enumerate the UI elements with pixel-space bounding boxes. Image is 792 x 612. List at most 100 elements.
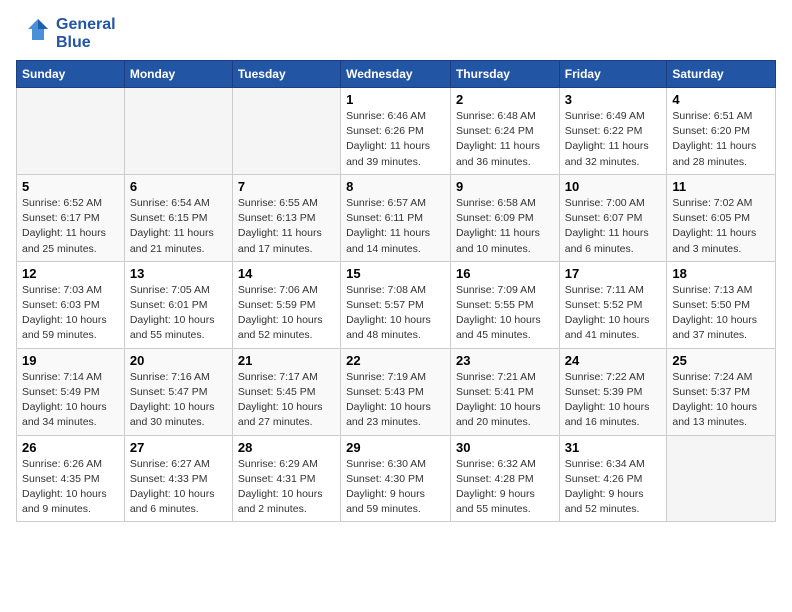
day-number: 18 xyxy=(672,266,770,281)
calendar-cell: 26 Sunrise: 6:26 AM Sunset: 4:35 PM Dayli… xyxy=(17,435,125,522)
day-number: 5 xyxy=(22,179,119,194)
header-tuesday: Tuesday xyxy=(232,61,340,88)
calendar-cell: 23 Sunrise: 7:21 AM Sunset: 5:41 PM Dayli… xyxy=(450,348,559,435)
day-info: Sunrise: 7:16 AM Sunset: 5:47 PM Dayligh… xyxy=(130,370,227,431)
day-number: 16 xyxy=(456,266,554,281)
calendar-cell: 3Sunrise: 6:49 AM Sunset: 6:22 PM Daylig… xyxy=(559,88,667,175)
calendar-cell: 15 Sunrise: 7:08 AM Sunset: 5:57 PM Dayli… xyxy=(341,261,451,348)
day-info: Sunrise: 6:34 AM Sunset: 4:26 PM Dayligh… xyxy=(565,457,662,518)
day-number: 7 xyxy=(238,179,335,194)
calendar-cell: 21 Sunrise: 7:17 AM Sunset: 5:45 PM Dayli… xyxy=(232,348,340,435)
day-info: Sunrise: 6:58 AM Sunset: 6:09 PM Dayligh… xyxy=(456,196,554,257)
day-number: 15 xyxy=(346,266,445,281)
header-saturday: Saturday xyxy=(667,61,776,88)
day-number: 23 xyxy=(456,353,554,368)
calendar-cell: 30 Sunrise: 6:32 AM Sunset: 4:28 PM Dayli… xyxy=(450,435,559,522)
calendar-cell: 28 Sunrise: 6:29 AM Sunset: 4:31 PM Dayli… xyxy=(232,435,340,522)
header-wednesday: Wednesday xyxy=(341,61,451,88)
day-info: Sunrise: 7:02 AM Sunset: 6:05 PM Dayligh… xyxy=(672,196,770,257)
day-info: Sunrise: 7:03 AM Sunset: 6:03 PM Dayligh… xyxy=(22,283,119,344)
logo-text: GeneralBlue xyxy=(56,16,116,51)
header-row: SundayMondayTuesdayWednesdayThursdayFrid… xyxy=(17,61,776,88)
calendar-cell xyxy=(667,435,776,522)
calendar-cell xyxy=(232,88,340,175)
header-monday: Monday xyxy=(124,61,232,88)
calendar-cell: 16 Sunrise: 7:09 AM Sunset: 5:55 PM Dayli… xyxy=(450,261,559,348)
day-info: Sunrise: 7:14 AM Sunset: 5:49 PM Dayligh… xyxy=(22,370,119,431)
day-number: 9 xyxy=(456,179,554,194)
header-thursday: Thursday xyxy=(450,61,559,88)
day-number: 25 xyxy=(672,353,770,368)
calendar-cell: 25 Sunrise: 7:24 AM Sunset: 5:37 PM Dayli… xyxy=(667,348,776,435)
day-info: Sunrise: 6:27 AM Sunset: 4:33 PM Dayligh… xyxy=(130,457,227,518)
calendar-cell: 5 Sunrise: 6:52 AM Sunset: 6:17 PM Daylig… xyxy=(17,174,125,261)
day-number: 30 xyxy=(456,440,554,455)
day-info: Sunrise: 7:17 AM Sunset: 5:45 PM Dayligh… xyxy=(238,370,335,431)
calendar-cell xyxy=(124,88,232,175)
day-number: 24 xyxy=(565,353,662,368)
day-number: 29 xyxy=(346,440,445,455)
day-number: 20 xyxy=(130,353,227,368)
day-number: 2 xyxy=(456,92,554,107)
calendar-cell: 27 Sunrise: 6:27 AM Sunset: 4:33 PM Dayli… xyxy=(124,435,232,522)
calendar-cell: 17Sunrise: 7:11 AM Sunset: 5:52 PM Dayli… xyxy=(559,261,667,348)
day-number: 6 xyxy=(130,179,227,194)
calendar-cell: 13 Sunrise: 7:05 AM Sunset: 6:01 PM Dayli… xyxy=(124,261,232,348)
calendar-table: SundayMondayTuesdayWednesdayThursdayFrid… xyxy=(16,60,776,522)
calendar-cell: 20 Sunrise: 7:16 AM Sunset: 5:47 PM Dayli… xyxy=(124,348,232,435)
logo: GeneralBlue xyxy=(16,16,116,52)
calendar-cell: 6 Sunrise: 6:54 AM Sunset: 6:15 PM Daylig… xyxy=(124,174,232,261)
week-row-1: 1Sunrise: 6:46 AM Sunset: 6:26 PM Daylig… xyxy=(17,88,776,175)
calendar-cell: 31Sunrise: 6:34 AM Sunset: 4:26 PM Dayli… xyxy=(559,435,667,522)
day-info: Sunrise: 6:52 AM Sunset: 6:17 PM Dayligh… xyxy=(22,196,119,257)
calendar-cell: 4 Sunrise: 6:51 AM Sunset: 6:20 PM Daylig… xyxy=(667,88,776,175)
day-info: Sunrise: 6:32 AM Sunset: 4:28 PM Dayligh… xyxy=(456,457,554,518)
day-info: Sunrise: 7:08 AM Sunset: 5:57 PM Dayligh… xyxy=(346,283,445,344)
day-number: 19 xyxy=(22,353,119,368)
day-info: Sunrise: 7:11 AM Sunset: 5:52 PM Dayligh… xyxy=(565,283,662,344)
day-number: 14 xyxy=(238,266,335,281)
day-number: 4 xyxy=(672,92,770,107)
week-row-4: 19 Sunrise: 7:14 AM Sunset: 5:49 PM Dayli… xyxy=(17,348,776,435)
calendar-cell: 24 Sunrise: 7:22 AM Sunset: 5:39 PM Dayli… xyxy=(559,348,667,435)
day-info: Sunrise: 7:09 AM Sunset: 5:55 PM Dayligh… xyxy=(456,283,554,344)
day-info: Sunrise: 6:57 AM Sunset: 6:11 PM Dayligh… xyxy=(346,196,445,257)
calendar-cell: 11Sunrise: 7:02 AM Sunset: 6:05 PM Dayli… xyxy=(667,174,776,261)
day-info: Sunrise: 7:19 AM Sunset: 5:43 PM Dayligh… xyxy=(346,370,445,431)
day-number: 8 xyxy=(346,179,445,194)
day-info: Sunrise: 7:21 AM Sunset: 5:41 PM Dayligh… xyxy=(456,370,554,431)
day-number: 3 xyxy=(565,92,662,107)
week-row-5: 26 Sunrise: 6:26 AM Sunset: 4:35 PM Dayli… xyxy=(17,435,776,522)
logo-icon xyxy=(16,16,52,52)
calendar-cell: 10 Sunrise: 7:00 AM Sunset: 6:07 PM Dayli… xyxy=(559,174,667,261)
day-info: Sunrise: 6:46 AM Sunset: 6:26 PM Dayligh… xyxy=(346,109,445,170)
day-number: 26 xyxy=(22,440,119,455)
calendar-cell: 2 Sunrise: 6:48 AM Sunset: 6:24 PM Daylig… xyxy=(450,88,559,175)
calendar-cell: 8 Sunrise: 6:57 AM Sunset: 6:11 PM Daylig… xyxy=(341,174,451,261)
day-info: Sunrise: 7:05 AM Sunset: 6:01 PM Dayligh… xyxy=(130,283,227,344)
day-number: 27 xyxy=(130,440,227,455)
day-info: Sunrise: 6:29 AM Sunset: 4:31 PM Dayligh… xyxy=(238,457,335,518)
day-info: Sunrise: 6:48 AM Sunset: 6:24 PM Dayligh… xyxy=(456,109,554,170)
day-info: Sunrise: 7:24 AM Sunset: 5:37 PM Dayligh… xyxy=(672,370,770,431)
calendar-cell: 7Sunrise: 6:55 AM Sunset: 6:13 PM Daylig… xyxy=(232,174,340,261)
day-info: Sunrise: 6:54 AM Sunset: 6:15 PM Dayligh… xyxy=(130,196,227,257)
day-number: 28 xyxy=(238,440,335,455)
calendar-cell: 19 Sunrise: 7:14 AM Sunset: 5:49 PM Dayli… xyxy=(17,348,125,435)
day-number: 13 xyxy=(130,266,227,281)
day-number: 21 xyxy=(238,353,335,368)
day-info: Sunrise: 7:22 AM Sunset: 5:39 PM Dayligh… xyxy=(565,370,662,431)
calendar-cell: 9 Sunrise: 6:58 AM Sunset: 6:09 PM Daylig… xyxy=(450,174,559,261)
day-number: 12 xyxy=(22,266,119,281)
day-number: 22 xyxy=(346,353,445,368)
calendar-cell: 29Sunrise: 6:30 AM Sunset: 4:30 PM Dayli… xyxy=(341,435,451,522)
week-row-3: 12 Sunrise: 7:03 AM Sunset: 6:03 PM Dayli… xyxy=(17,261,776,348)
day-info: Sunrise: 6:51 AM Sunset: 6:20 PM Dayligh… xyxy=(672,109,770,170)
day-number: 10 xyxy=(565,179,662,194)
day-info: Sunrise: 7:00 AM Sunset: 6:07 PM Dayligh… xyxy=(565,196,662,257)
day-info: Sunrise: 7:13 AM Sunset: 5:50 PM Dayligh… xyxy=(672,283,770,344)
calendar-cell: 22 Sunrise: 7:19 AM Sunset: 5:43 PM Dayli… xyxy=(341,348,451,435)
day-info: Sunrise: 6:26 AM Sunset: 4:35 PM Dayligh… xyxy=(22,457,119,518)
week-row-2: 5 Sunrise: 6:52 AM Sunset: 6:17 PM Daylig… xyxy=(17,174,776,261)
calendar-cell: 14Sunrise: 7:06 AM Sunset: 5:59 PM Dayli… xyxy=(232,261,340,348)
